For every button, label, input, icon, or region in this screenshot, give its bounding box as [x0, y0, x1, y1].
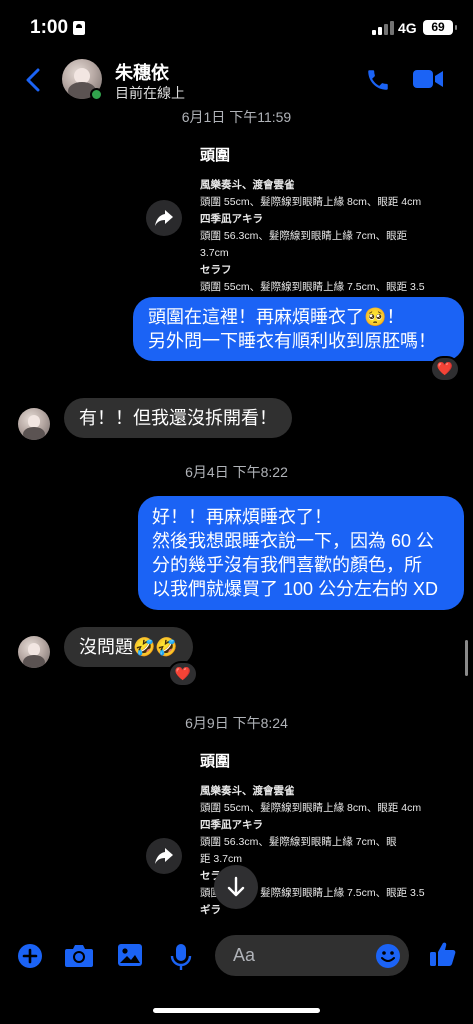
status-time: 1:00 [30, 17, 69, 38]
network-label: 4G [398, 20, 417, 36]
contact-name[interactable]: 朱穗依 [115, 59, 169, 85]
emoji-icon[interactable] [375, 943, 401, 969]
post-title: 頭圍 [200, 753, 231, 770]
message-text: 頭圍在這裡！再麻煩睡衣了🥺！ [148, 307, 405, 327]
post-line: 風樂奏斗、渡會雲雀 [200, 179, 295, 191]
post-line: 頭圍 55cm、髮際線到眼睛上緣 7.5cm、眼距 3.5 [200, 281, 425, 293]
plus-icon[interactable] [17, 943, 43, 969]
message-text: 有！！但我還沒拆開看！ [79, 408, 277, 428]
id-card-icon [73, 21, 85, 35]
online-status-dot [90, 88, 103, 101]
sent-message[interactable]: 頭圍在這裡！再麻煩睡衣了🥺！ 另外問一下睡衣有順利收到原胚嗎！ [133, 297, 464, 361]
post-line: 頭圍 56.3cm、髮際線到眼睛上緣 7cm、眼距 [200, 230, 408, 242]
message-text: 然後我想跟睡衣說一下，因為 60 公 [152, 531, 435, 551]
timestamp: 6月4日 下午8:22 [185, 464, 288, 480]
message-text: 另外問一下睡衣有順利收到原胚嗎！ [148, 331, 436, 351]
post-line: 四季凪アキラ [200, 819, 263, 831]
message-text: 以我們就爆買了 100 公分左右的 XD [152, 579, 439, 599]
sent-message[interactable]: 好！！再麻煩睡衣了！ 然後我想跟睡衣說一下，因為 60 公 分的幾乎沒有我們喜歡… [138, 496, 464, 610]
timestamp: 6月9日 下午8:24 [185, 715, 288, 731]
scroll-to-bottom-button[interactable] [214, 865, 258, 909]
composer-bar: Aa [0, 935, 473, 977]
battery-icon: 69 [423, 20, 457, 35]
timestamp: 6月1日 下午11:59 [181, 109, 292, 125]
microphone-icon[interactable] [170, 943, 192, 971]
avatar[interactable] [18, 636, 50, 668]
camera-icon[interactable] [64, 943, 94, 969]
chat-header: 朱穗依 目前在線上 [0, 50, 473, 108]
contact-status: 目前在線上 [115, 85, 185, 101]
post-line: 頭圍 55cm、髮際線到眼睛上緣 8cm、眼距 4cm [200, 802, 422, 814]
post-title: 頭圍 [200, 147, 231, 164]
gallery-icon[interactable] [117, 943, 143, 967]
input-placeholder: Aa [233, 945, 256, 965]
heart-reaction[interactable]: ❤️ [168, 661, 198, 687]
post-line: 風樂奏斗、渡會雲雀 [200, 785, 295, 797]
scrollbar[interactable] [465, 640, 468, 676]
message-text: 好！！再麻煩睡衣了！ [152, 507, 332, 527]
message-text: 沒問題🤣🤣 [79, 637, 178, 657]
phone-icon[interactable] [365, 67, 391, 93]
post-line: 四季凪アキラ [200, 213, 263, 225]
video-call-icon[interactable] [412, 68, 444, 90]
home-indicator [153, 1008, 320, 1013]
shared-post[interactable]: 頭圍 風樂奏斗、渡會雲雀 頭圍 55cm、髮際線到眼睛上緣 8cm、眼距 4cm… [200, 144, 460, 296]
avatar[interactable] [18, 408, 50, 440]
post-line: 3.7cm [200, 247, 229, 259]
signal-icon [372, 21, 394, 35]
post-line: 頭圍 56.3cm、髮際線到眼睛上緣 7cm、眼 [200, 836, 397, 848]
arrow-down-icon [227, 876, 245, 897]
post-line: セラフ [200, 264, 232, 276]
share-icon [155, 210, 173, 226]
share-button[interactable] [146, 838, 182, 874]
status-bar: 1:00 4G 69 [0, 0, 473, 50]
heart-reaction[interactable]: ❤️ [430, 356, 460, 382]
back-icon[interactable] [24, 68, 44, 92]
thumbs-up-icon[interactable] [429, 940, 457, 968]
share-button[interactable] [146, 200, 182, 236]
received-message[interactable]: 有！！但我還沒拆開看！ [64, 398, 292, 438]
message-text: 分的幾乎沒有我們喜歡的顏色，所 [152, 555, 422, 575]
share-icon [155, 848, 173, 864]
message-input[interactable]: Aa [215, 935, 409, 976]
received-message[interactable]: 沒問題🤣🤣 [64, 627, 193, 667]
post-line: 頭圍 55cm、髮際線到眼睛上緣 8cm、眼距 4cm [200, 196, 422, 208]
